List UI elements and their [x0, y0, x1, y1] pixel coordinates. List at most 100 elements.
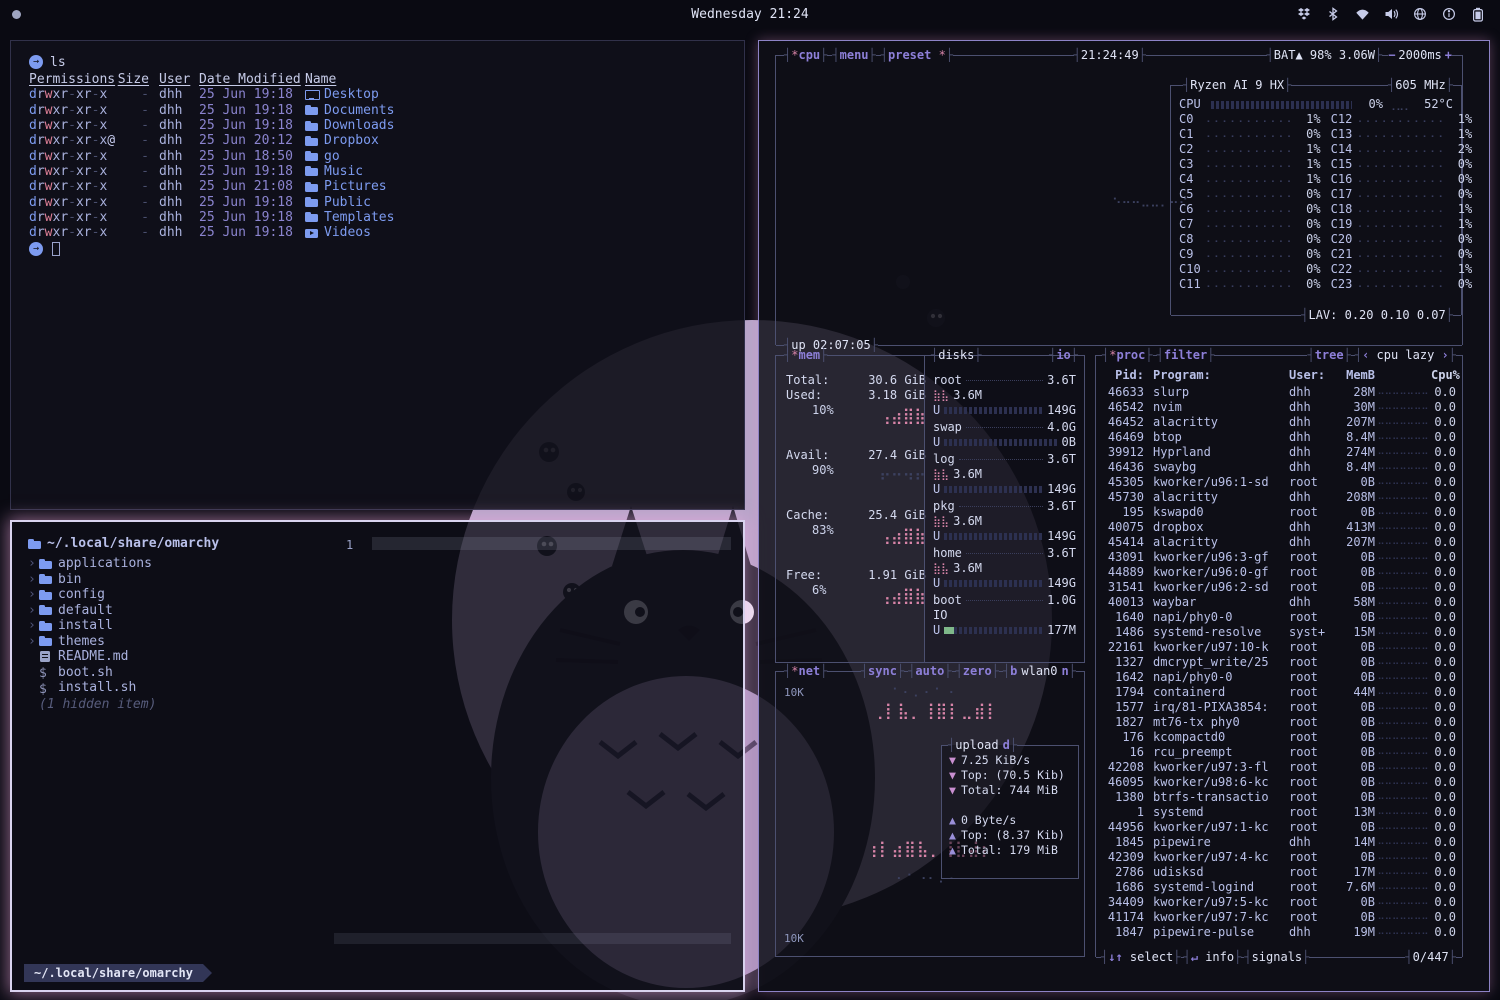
mem-value: 27.4 GiB: [868, 448, 926, 463]
process-graph: ⠤⠤⠤⠤⠤⠤⠤: [1375, 835, 1431, 850]
net-download-row: ▼Total: 744 MiB: [942, 783, 1078, 798]
list-item[interactable]: ›bin: [28, 572, 156, 588]
process-row[interactable]: 46452alacrittydhh207M⠤⠤⠤⠤⠤⠤⠤0.0: [1096, 415, 1462, 430]
process-row[interactable]: 1577irq/81-PIXA3854:root0B⠤⠤⠤⠤⠤⠤⠤0.0: [1096, 700, 1462, 715]
process-row[interactable]: 45414alacrittydhh207M⠤⠤⠤⠤⠤⠤⠤0.0: [1096, 535, 1462, 550]
process-row[interactable]: 1845pipewiredhh14M⠤⠤⠤⠤⠤⠤⠤0.0: [1096, 835, 1462, 850]
used-label: U: [933, 482, 940, 497]
process-row[interactable]: 42208kworker/u97:3-flroot0B⠤⠤⠤⠤⠤⠤⠤0.0: [1096, 760, 1462, 775]
process-memb: 208M: [1335, 490, 1375, 505]
header-user[interactable]: User:: [1289, 368, 1335, 383]
process-row[interactable]: 39912Hyprlanddhh274M⠤⠤⠤⠤⠤⠤⠤0.0: [1096, 445, 1462, 460]
mem-group: Cache:25.4 GiB83%⢠⣴⣿⣷: [786, 508, 926, 568]
process-row[interactable]: 46469btopdhh8.4M⠤⠤⠤⠤⠤⠤⠤0.0: [1096, 430, 1462, 445]
list-item[interactable]: $install.sh: [28, 680, 156, 696]
process-row[interactable]: 44889kworker/u96:0-gfroot0B⠤⠤⠤⠤⠤⠤⠤0.0: [1096, 565, 1462, 580]
process-program: kworker/u97:4-kc: [1153, 850, 1289, 865]
process-row[interactable]: 22161kworker/u97:10-kroot0B⠤⠤⠤⠤⠤⠤⠤0.0: [1096, 640, 1462, 655]
process-user: root: [1289, 610, 1335, 625]
process-row[interactable]: 40075dropboxdhh413M⠤⠤⠤⠤⠤⠤⠤0.0: [1096, 520, 1462, 535]
update-interval-control[interactable]: −2000ms+: [1388, 48, 1452, 63]
list-item[interactable]: $boot.sh: [28, 665, 156, 681]
header-program[interactable]: Program:: [1153, 368, 1289, 383]
preset-button[interactable]: ┤preset *├: [881, 48, 953, 63]
cpu-core-row: C19⠄⠄⠄⠄⠄⠄⠄⠄⠄⠄⠄1%: [1331, 217, 1473, 232]
list-item[interactable]: ›applications: [28, 556, 156, 572]
core-graph: ⠄⠄⠄⠄⠄⠄⠄⠄⠄⠄⠄: [1358, 247, 1447, 262]
process-row[interactable]: 1systemdroot13M⠤⠤⠤⠤⠤⠤⠤0.0: [1096, 805, 1462, 820]
core-name: C15: [1331, 157, 1358, 172]
process-row[interactable]: 1486systemd-resolvesyst+15M⠤⠤⠤⠤⠤⠤⠤0.0: [1096, 625, 1462, 640]
cpu-core-row: C12⠄⠄⠄⠄⠄⠄⠄⠄⠄⠄⠄1%: [1331, 112, 1473, 127]
process-row[interactable]: 1686systemd-logindroot7.6M⠤⠤⠤⠤⠤⠤⠤0.0: [1096, 880, 1462, 895]
process-row[interactable]: 40013waybardhh58M⠤⠤⠤⠤⠤⠤⠤0.0: [1096, 595, 1462, 610]
process-row[interactable]: 1642napi/phy0-0root0B⠤⠤⠤⠤⠤⠤⠤0.0: [1096, 670, 1462, 685]
date-modified: 25 Jun 21:08: [199, 179, 305, 194]
process-cpu: 0.0: [1431, 640, 1456, 655]
signals-button[interactable]: ┤signals├: [1244, 950, 1309, 965]
header-cpu[interactable]: Cpu%: [1431, 368, 1460, 383]
mem-rows: Total:30.6 GiBUsed:3.18 GiB10%⢠⣴⣿⣷Avail:…: [786, 373, 926, 628]
process-row[interactable]: 46633slurpdhh28M⠤⠤⠤⠤⠤⠤⠤0.0: [1096, 385, 1462, 400]
process-cpu: 0.0: [1431, 430, 1456, 445]
io-mode-button[interactable]: ┤io├: [1049, 348, 1078, 363]
list-item[interactable]: ›themes: [28, 634, 156, 650]
sync-button[interactable]: ┤sync├: [861, 664, 904, 679]
process-user: root: [1289, 760, 1335, 775]
process-memb: 0B: [1335, 640, 1375, 655]
process-row[interactable]: 1640napi/phy0-0root0B⠤⠤⠤⠤⠤⠤⠤0.0: [1096, 610, 1462, 625]
process-row[interactable]: 31541kworker/u96:2-sdroot0B⠤⠤⠤⠤⠤⠤⠤0.0: [1096, 580, 1462, 595]
process-row[interactable]: 1327dmcrypt_write/25root0B⠤⠤⠤⠤⠤⠤⠤0.0: [1096, 655, 1462, 670]
process-cpu: 0.0: [1431, 880, 1456, 895]
process-row[interactable]: 1847pipewire-pulsedhh19M⠤⠤⠤⠤⠤⠤⠤0.0: [1096, 925, 1462, 940]
process-row[interactable]: 1794containerdroot44M⠤⠤⠤⠤⠤⠤⠤0.0: [1096, 685, 1462, 700]
shell-prompt-empty[interactable]: →: [29, 241, 730, 257]
auto-button[interactable]: ┤auto├: [908, 664, 951, 679]
cpu-core-row: C3⠄⠄⠄⠄⠄⠄⠄⠄⠄⠄⠄1%: [1179, 157, 1321, 172]
process-row[interactable]: 2786udisksdroot17M⠤⠤⠤⠤⠤⠤⠤0.0: [1096, 865, 1462, 880]
process-row[interactable]: 45305kworker/u96:1-sdroot0B⠤⠤⠤⠤⠤⠤⠤0.0: [1096, 475, 1462, 490]
list-item[interactable]: ›default: [28, 603, 156, 619]
net-stat: 7.25 KiB/s: [961, 753, 1030, 768]
filter-button[interactable]: ┤filter├: [1157, 348, 1215, 363]
core-pct: 0%: [1295, 202, 1321, 217]
list-item[interactable]: README.md: [28, 649, 156, 665]
process-row[interactable]: 16rcu_preemptroot0B⠤⠤⠤⠤⠤⠤⠤0.0: [1096, 745, 1462, 760]
process-row[interactable]: 45730alacrittydhh208M⠤⠤⠤⠤⠤⠤⠤0.0: [1096, 490, 1462, 505]
zero-button[interactable]: ┤zero├: [956, 664, 999, 679]
select-button[interactable]: ┤↓↑ select├: [1101, 950, 1181, 965]
process-row[interactable]: 41174kworker/u97:7-kcroot0B⠤⠤⠤⠤⠤⠤⠤0.0: [1096, 910, 1462, 925]
preview-scrollbar[interactable]: [334, 933, 731, 944]
process-row[interactable]: 46095kworker/u98:6-kcroot0B⠤⠤⠤⠤⠤⠤⠤0.0: [1096, 775, 1462, 790]
process-row[interactable]: 1827mt76-tx phy0root0B⠤⠤⠤⠤⠤⠤⠤0.0: [1096, 715, 1462, 730]
process-row[interactable]: 34409kworker/u97:5-kcroot0B⠤⠤⠤⠤⠤⠤⠤0.0: [1096, 895, 1462, 910]
process-row[interactable]: 1380btrfs-transactioroot0B⠤⠤⠤⠤⠤⠤⠤0.0: [1096, 790, 1462, 805]
process-row[interactable]: 195kswapd0root0B⠤⠤⠤⠤⠤⠤⠤0.0: [1096, 505, 1462, 520]
menu-button[interactable]: ┤menu├: [832, 48, 875, 63]
tree-button[interactable]: ┤tree├: [1307, 348, 1350, 363]
process-row[interactable]: 46436swaybgdhh8.4M⠤⠤⠤⠤⠤⠤⠤0.0: [1096, 460, 1462, 475]
process-pid: 42309: [1102, 850, 1144, 865]
process-row[interactable]: 46542nvimdhh30M⠤⠤⠤⠤⠤⠤⠤0.0: [1096, 400, 1462, 415]
process-row[interactable]: 43091kworker/u96:3-gfroot0B⠤⠤⠤⠤⠤⠤⠤0.0: [1096, 550, 1462, 565]
selection-count: ┤0/447├: [1405, 950, 1456, 965]
core-graph: ⠄⠄⠄⠄⠄⠄⠄⠄⠄⠄⠄: [1206, 202, 1295, 217]
list-item[interactable]: ›config: [28, 587, 156, 603]
disk-free: 0B: [1062, 435, 1076, 450]
process-user: root: [1289, 715, 1335, 730]
cpu-box: ┤*cpu├ ┤menu├ ┤preset *├ ┤21:24:49├ ┤BAT…: [775, 55, 1463, 345]
permissions: drwxr-xr-x: [29, 103, 117, 118]
process-user: root: [1289, 550, 1335, 565]
cpu-core-row: C10⠄⠄⠄⠄⠄⠄⠄⠄⠄⠄⠄0%: [1179, 262, 1321, 277]
core-name: C21: [1331, 247, 1358, 262]
process-row[interactable]: 44956kworker/u97:1-kcroot0B⠤⠤⠤⠤⠤⠤⠤0.0: [1096, 820, 1462, 835]
header-memb[interactable]: MemB: [1335, 368, 1375, 383]
process-row[interactable]: 176kcompactd0root0B⠤⠤⠤⠤⠤⠤⠤0.0: [1096, 730, 1462, 745]
sort-mode-selector[interactable]: ┤‹ cpu lazy ›├: [1355, 348, 1456, 363]
info-button[interactable]: ┤↵ info├: [1184, 950, 1242, 965]
list-item[interactable]: ›install: [28, 618, 156, 634]
process-row[interactable]: 42309kworker/u97:4-kcroot0B⠤⠤⠤⠤⠤⠤⠤0.0: [1096, 850, 1462, 865]
interface-selector[interactable]: ┤bwlan0n├: [1003, 664, 1076, 679]
header-pid[interactable]: Pid:: [1102, 368, 1144, 383]
date-modified: 25 Jun 19:18: [199, 103, 305, 118]
